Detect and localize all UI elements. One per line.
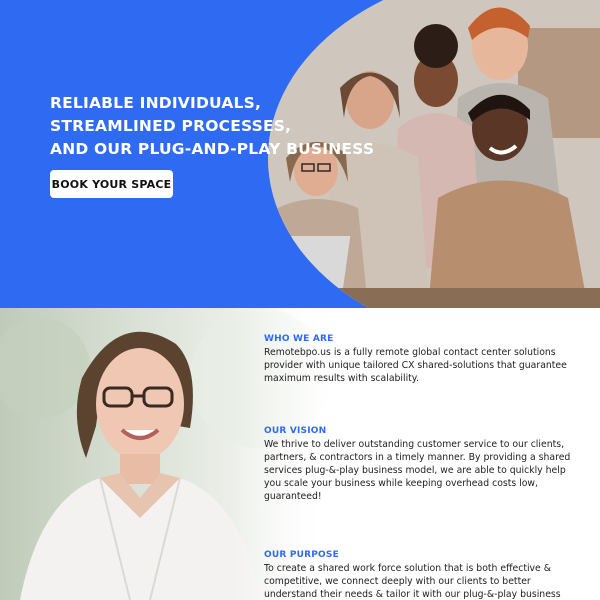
our-purpose-line-2: competitive, we connect deeply with our … [264,576,531,587]
our-vision-line-5: guaranteed! [264,491,322,502]
our-purpose-line-1: To create a shared work force solution t… [264,563,551,574]
who-we-are-line-3: maximum results with scalability. [264,373,419,384]
our-vision-line-3: services plug-&-play business model, we … [264,465,566,476]
who-we-are-heading: WHO WE ARE [264,334,334,344]
hero-banner: RELIABLE INDIVIDUALS, STREAMLINED PROCES… [0,0,600,308]
book-your-space-button[interactable]: BOOK YOUR SPACE [50,170,173,198]
who-we-are-section: WHO WE ARE Remotebpo.us is a fully remot… [264,334,567,385]
about-section: WHO WE ARE Remotebpo.us is a fully remot… [0,308,600,600]
our-vision-line-1: We thrive to deliver outstanding custome… [264,439,565,450]
hero-title-line-1: RELIABLE INDIVIDUALS, [50,94,262,112]
who-we-are-line-2: provider with unique tailored CX shared-… [264,360,567,371]
our-vision-line-2: partners, & contractors in a timely mann… [264,452,571,463]
our-vision-section: OUR VISION We thrive to deliver outstand… [264,426,571,503]
hero-title: RELIABLE INDIVIDUALS, STREAMLINED PROCES… [50,92,410,161]
our-purpose-section: OUR PURPOSE To create a shared work forc… [264,550,564,600]
hero-headline: RELIABLE INDIVIDUALS, STREAMLINED PROCES… [50,92,410,161]
our-purpose-heading: OUR PURPOSE [264,550,339,560]
our-purpose-line-3: understand their needs & tailor it with … [264,589,561,600]
who-we-are-line-1: Remotebpo.us is a fully remote global co… [264,347,556,358]
our-purpose-text: To create a shared work force solution t… [264,562,564,600]
our-vision-line-4: you scale your business while keeping ov… [264,478,538,489]
our-vision-text: We thrive to deliver outstanding custome… [264,438,571,503]
hero-title-line-2: STREAMLINED PROCESSES, [50,117,292,135]
our-vision-heading: OUR VISION [264,426,327,436]
hero-title-line-3: AND OUR PLUG-AND-PLAY BUSINESS [50,140,375,158]
who-we-are-text: Remotebpo.us is a fully remote global co… [264,346,567,385]
